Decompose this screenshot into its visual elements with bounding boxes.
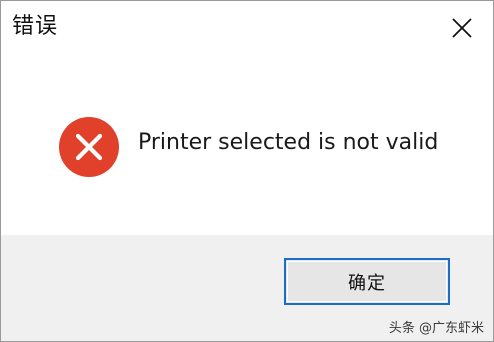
watermark-text: 头条 @广东虾米 <box>388 321 484 336</box>
ok-button[interactable]: 确定 <box>284 258 450 305</box>
close-icon <box>452 18 472 38</box>
ok-button-label: 确定 <box>348 272 386 294</box>
title-bar: 错误 <box>1 1 493 57</box>
error-dialog: 错误 Printer selected is not valid 确定 <box>0 0 494 342</box>
error-message: Printer selected is not valid <box>138 130 439 155</box>
error-icon <box>59 117 119 177</box>
close-button[interactable] <box>449 15 475 41</box>
dialog-title: 错误 <box>12 14 59 39</box>
dialog-content: Printer selected is not valid <box>1 57 493 235</box>
